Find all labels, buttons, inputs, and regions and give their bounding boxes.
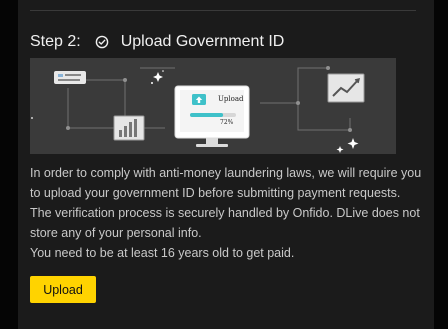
aml-description: In order to comply with anti-money laund… xyxy=(30,166,422,240)
step-title: Upload Government ID xyxy=(120,33,285,50)
line-chart-icon xyxy=(327,73,365,103)
monitor-upload-label: Upload xyxy=(218,95,244,103)
progress-percent: 72% xyxy=(220,119,234,126)
document-card-icon xyxy=(54,71,86,84)
step-number: Step 2: xyxy=(30,33,81,50)
top-divider xyxy=(30,10,416,11)
check-circle-icon xyxy=(95,35,109,49)
progress-fill xyxy=(190,113,224,117)
verification-panel: Step 2: Upload Government ID Upload 72% … xyxy=(18,0,434,329)
upload-illustration: Upload 72% xyxy=(30,58,396,154)
upload-button[interactable]: Upload xyxy=(30,276,96,303)
step-header: Step 2: Upload Government ID xyxy=(30,31,284,53)
bar-chart-icon xyxy=(113,115,145,141)
age-requirement: You need to be at least 16 years old to … xyxy=(30,246,295,260)
